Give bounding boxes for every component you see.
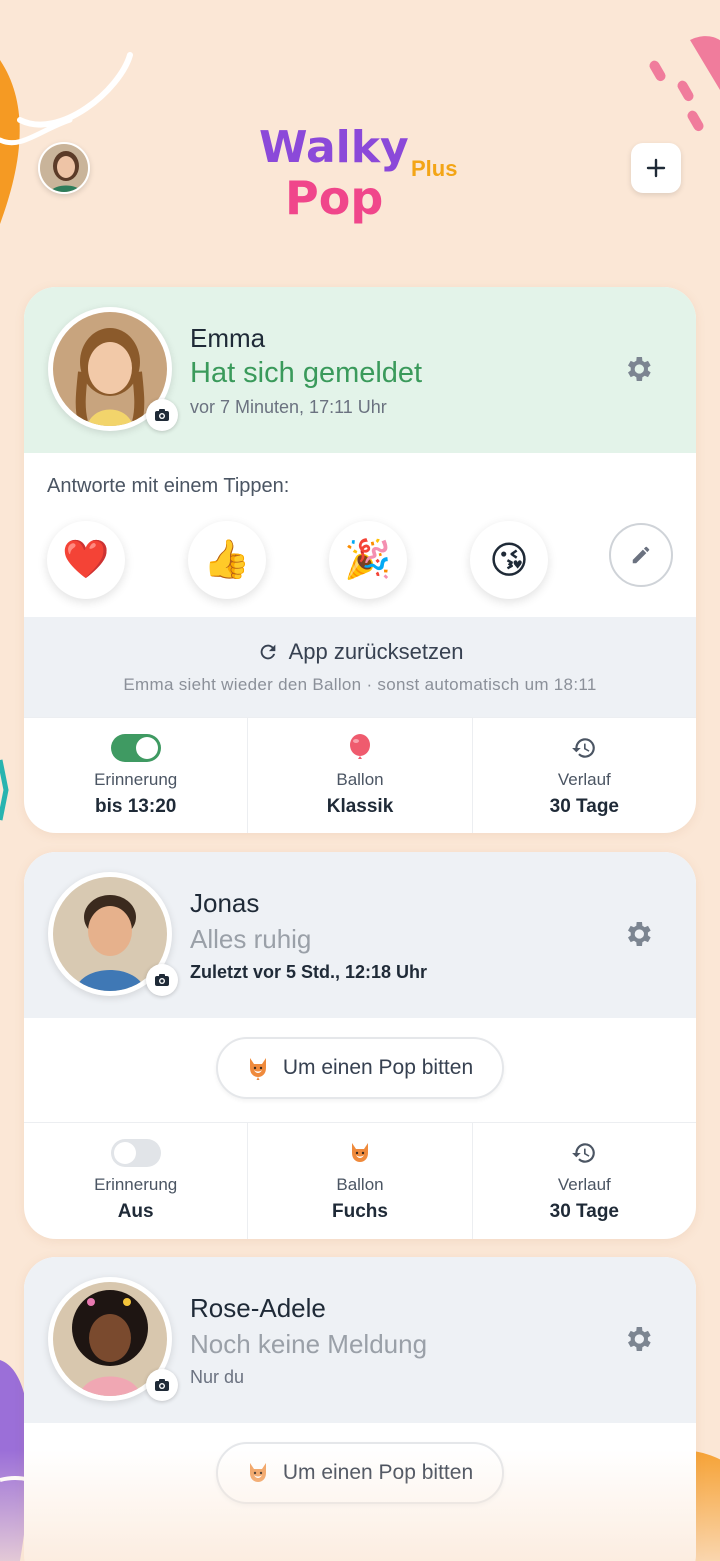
stat-value: bis 13:20 — [95, 796, 177, 817]
history-icon — [572, 738, 596, 758]
child-status: Noch keine Meldung — [190, 1329, 428, 1359]
fox-balloon-icon — [249, 1058, 266, 1080]
stat-label: Erinnerung — [94, 770, 178, 789]
stat-value: Aus — [117, 1201, 154, 1222]
stat-label: Verlauf — [557, 770, 611, 789]
request-pop-label: Um einen Pop bitten — [282, 1056, 474, 1079]
stat-label: Erinnerung — [94, 1175, 178, 1194]
history-icon — [572, 1143, 596, 1163]
stat-label: Verlauf — [557, 1175, 611, 1194]
request-pop-button[interactable]: Um einen Pop bitten — [216, 1442, 504, 1504]
refresh-icon — [260, 644, 275, 660]
child-card-rose-adele: Rose-Adele Noch keine Meldung Nur du Um … — [24, 1257, 696, 1561]
stat-value: 30 Tage — [549, 796, 619, 817]
thumbs-up-emoji: 👍 — [203, 539, 251, 581]
reset-app-button[interactable]: App zurücksetzen Emma sieht wieder den B… — [24, 617, 696, 717]
child-avatar[interactable] — [48, 1277, 178, 1401]
child-last-seen: vor 7 Minuten, 17:11 Uhr — [190, 397, 387, 417]
camera-icon[interactable] — [146, 399, 178, 431]
stat-value: Fuchs — [332, 1201, 388, 1222]
child-stats-row: Erinnerung Aus Ballon Fuchs Verlauf 30 T… — [24, 1122, 696, 1239]
child-last-seen: Nur du — [190, 1367, 245, 1387]
reminder-stat[interactable]: Erinnerung bis 13:20 — [24, 718, 249, 833]
walkypop-logo: Walky Pop Plus — [255, 110, 465, 230]
child-card-emma: Emma Hat sich gemeldet vor 7 Minuten, 17… — [24, 287, 696, 833]
child-name: Emma — [190, 323, 266, 353]
settings-gear-icon[interactable] — [622, 353, 654, 385]
pencil-icon — [632, 546, 650, 564]
settings-gear-icon[interactable] — [622, 918, 654, 950]
request-pop-button[interactable]: Um einen Pop bitten — [216, 1037, 504, 1099]
settings-gear-icon[interactable] — [622, 1323, 654, 1355]
child-name: Jonas — [190, 888, 260, 918]
camera-icon[interactable] — [146, 1369, 178, 1401]
red-balloon-icon — [349, 734, 370, 759]
reset-title: App zurücksetzen — [288, 639, 464, 664]
parent-avatar[interactable] — [38, 142, 90, 194]
child-status: Hat sich gemeldet — [190, 357, 423, 389]
child-avatar[interactable] — [48, 307, 178, 431]
child-status: Alles ruhig — [190, 924, 312, 954]
card-header: Rose-Adele Noch keine Meldung Nur du — [24, 1257, 696, 1423]
history-stat[interactable]: Verlauf 30 Tage — [473, 1123, 696, 1239]
app-header: Walky Pop Plus — [0, 0, 720, 280]
fox-balloon-icon — [249, 1463, 266, 1482]
reset-subtitle: Emma sieht wieder den Ballon · sonst aut… — [123, 675, 597, 694]
child-name: Rose-Adele — [190, 1293, 326, 1323]
card-header: Emma Hat sich gemeldet vor 7 Minuten, 17… — [24, 287, 696, 453]
svg-text:Pop: Pop — [285, 171, 383, 225]
balloon-stat[interactable]: Ballon Klassik — [248, 718, 473, 833]
reminder-toggle[interactable] — [110, 1139, 161, 1167]
plus-icon — [646, 158, 666, 178]
edit-reactions-button[interactable] — [609, 523, 673, 587]
reminder-toggle[interactable] — [110, 734, 161, 762]
history-stat[interactable]: Verlauf 30 Tage — [473, 718, 696, 833]
reminder-stat[interactable]: Erinnerung Aus — [24, 1123, 249, 1239]
react-party-button[interactable]: 🎉 — [329, 521, 407, 599]
request-pop-label: Um einen Pop bitten — [282, 1461, 474, 1484]
stat-value: 30 Tage — [549, 1201, 619, 1222]
balloon-stat[interactable]: Ballon Fuchs — [248, 1123, 473, 1239]
child-stats-row: Erinnerung bis 13:20 Ballon Klassik Verl… — [24, 717, 696, 833]
svg-text:Plus: Plus — [411, 156, 457, 181]
child-card-jonas: Jonas Alles ruhig Zuletzt vor 5 Std., 12… — [24, 852, 696, 1239]
child-avatar[interactable] — [48, 872, 178, 996]
party-emoji: 🎉 — [344, 539, 392, 581]
heart-emoji: ❤️ — [62, 539, 110, 581]
quick-reply-label: Antworte mit einem Tippen: — [47, 475, 290, 497]
stat-label: Ballon — [336, 1175, 384, 1194]
card-header: Jonas Alles ruhig Zuletzt vor 5 Std., 12… — [24, 852, 696, 1018]
svg-text:Walky: Walky — [259, 122, 409, 173]
fox-balloon-icon — [351, 1143, 368, 1162]
react-kiss-button[interactable]: 😘 — [470, 521, 548, 599]
camera-icon[interactable] — [146, 964, 178, 996]
add-child-button[interactable] — [631, 143, 681, 193]
stat-label: Ballon — [336, 770, 384, 789]
child-last-seen: Zuletzt vor 5 Std., 12:18 Uhr — [190, 962, 428, 982]
react-heart-button[interactable]: ❤️ — [47, 521, 125, 599]
stat-value: Klassik — [326, 796, 394, 817]
parent-photo — [40, 144, 88, 192]
kiss-emoji: 😘 — [489, 539, 529, 582]
react-thumbs-up-button[interactable]: 👍 — [188, 521, 266, 599]
